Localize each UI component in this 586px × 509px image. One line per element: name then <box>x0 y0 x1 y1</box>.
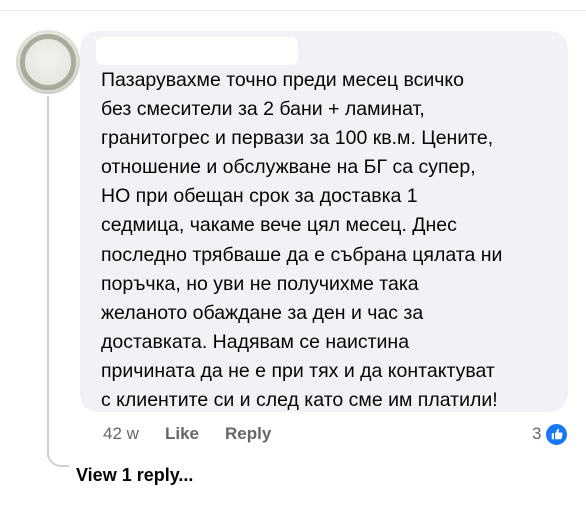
thread-connector <box>47 447 69 467</box>
thumbs-up-icon <box>544 421 570 447</box>
comment-line: доставката. Надявам се наистина <box>101 330 410 353</box>
like-button[interactable]: Like <box>165 424 199 444</box>
comment-text: Пазарувахме точно преди месец всичко без… <box>101 66 561 415</box>
reply-button[interactable]: Reply <box>225 424 271 444</box>
comment-line: гранитогрес и первази за 100 кв.м. Ценит… <box>101 127 494 150</box>
comment-line: отношение и обслужване на БГ са супер, <box>101 156 476 179</box>
comment-line: Пазарувахме точно преди месец всичко <box>101 69 465 91</box>
avatar[interactable] <box>16 30 80 94</box>
comment-line: НО при обещан срок за доставка 1 <box>101 185 418 208</box>
comment-line: поръчка, но уви не получихме така <box>101 272 419 295</box>
comment-line: без смесители за 2 бани + ламинат, <box>101 98 425 121</box>
comment-line: желаното обаждане за ден и час за <box>101 301 424 324</box>
view-replies-link[interactable]: View 1 reply... <box>76 465 193 486</box>
comment-line: седмица, чакаме вече цял месец. Днес <box>101 214 457 237</box>
reaction-count: 3 <box>532 424 542 443</box>
author-name-redacted[interactable] <box>96 37 298 65</box>
comment-line: последно трябваше да е събрана цялата ни <box>101 243 503 266</box>
comment-line: причината да не е при тях и да контактув… <box>101 359 495 382</box>
reaction-summary[interactable]: 3 <box>532 421 570 447</box>
thread-line <box>47 96 49 457</box>
timestamp-link[interactable]: 42 w <box>103 424 139 444</box>
comment-line: с клиентите си и след като сме им платил… <box>101 389 498 412</box>
top-divider <box>0 10 586 11</box>
